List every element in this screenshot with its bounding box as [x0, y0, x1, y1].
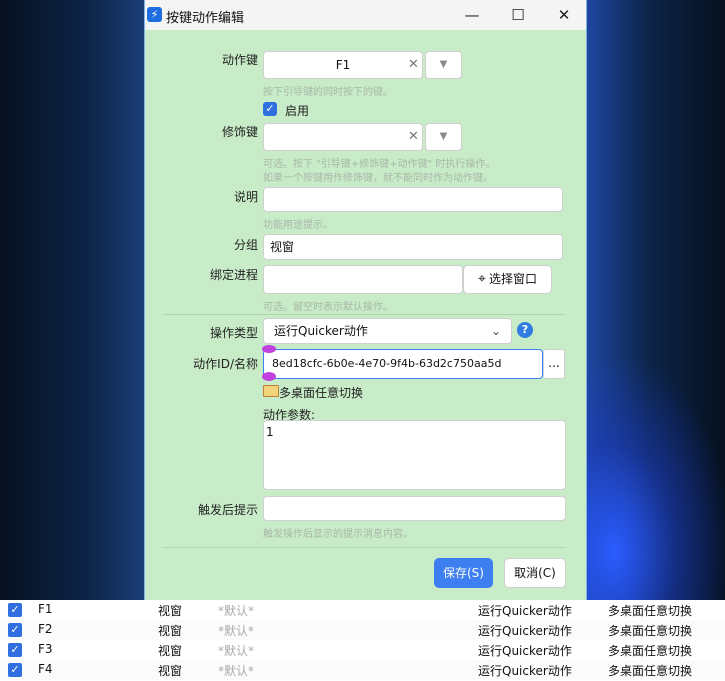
row-checkbox[interactable]: ✓ [8, 603, 22, 617]
modifier-key-hint-1: 可选。按下 "引导键+修饰键+动作键" 时执行操作。 [263, 159, 496, 170]
row-checkbox[interactable]: ✓ [8, 623, 22, 637]
row-type: 运行Quicker动作 [478, 644, 572, 658]
key-action-edit-dialog: ⚡ 按键动作编辑 — ☐ ✕ 动作键 F1 ✕ ▼ 按下引导键的同时按下的键。 … [144, 0, 587, 600]
row-name: 多桌面任意切换 [608, 624, 693, 638]
row-process: *默认* [218, 644, 255, 658]
bind-process-field[interactable] [263, 265, 463, 294]
modifier-key-field[interactable] [263, 123, 423, 151]
row-process: *默认* [218, 604, 255, 618]
monitor-icon [263, 385, 279, 397]
bind-process-label: 绑定进程 [209, 268, 258, 282]
modifier-key-clear-icon[interactable]: ✕ [408, 129, 419, 144]
row-name: 多桌面任意切换 [608, 644, 693, 658]
save-button[interactable]: 保存(S) [434, 558, 493, 588]
row-type: 运行Quicker动作 [478, 604, 572, 618]
row-key: F4 [38, 662, 53, 676]
row-key: F2 [38, 622, 53, 636]
action-id-input[interactable]: 8ed18cfc-6b0e-4e70-9f4b-63d2c750aa5d [263, 349, 543, 379]
description-label: 说明 [233, 190, 258, 204]
close-button[interactable]: ✕ [541, 0, 587, 30]
table-row[interactable]: ✓ F3 视窗 *默认* 运行Quicker动作 多桌面任意切换 [0, 640, 725, 660]
row-key: F3 [38, 642, 53, 656]
action-key-hint: 按下引导键的同时按下的键。 [263, 87, 393, 98]
modifier-key-label: 修饰键 [221, 125, 258, 139]
table-row[interactable]: ✓ F1 视窗 *默认* 运行Quicker动作 多桌面任意切换 [0, 600, 725, 620]
window-title: 按键动作编辑 [166, 11, 245, 26]
crosshair-icon: ⌖ [478, 271, 486, 287]
trigger-tip-hint: 触发操作后显示的提示消息内容。 [263, 529, 413, 540]
select-window-label: 选择窗口 [488, 272, 537, 286]
table-row[interactable]: ✓ F4 视窗 *默认* 运行Quicker动作 多桌面任意切换 [0, 660, 725, 680]
resolved-action-name: 多桌面任意切换 [279, 386, 364, 400]
row-name: 多桌面任意切换 [608, 604, 693, 618]
row-type: 运行Quicker动作 [478, 624, 572, 638]
check-icon: ✓ [265, 102, 275, 115]
title-bar[interactable]: ⚡ 按键动作编辑 — ☐ ✕ [145, 0, 586, 30]
minimize-button[interactable]: — [449, 0, 495, 30]
bind-process-hint: 可选。留空时表示默认操作。 [263, 302, 393, 313]
triangle-down-icon: ▼ [439, 131, 448, 142]
desktop-background-left [0, 0, 145, 600]
modifier-key-hint-2: 如果一个按键用作修饰键，就不能同时作为动作键。 [263, 173, 493, 184]
trigger-tip-label: 触发后提示 [197, 503, 258, 517]
row-checkbox[interactable]: ✓ [8, 663, 22, 677]
description-field[interactable] [263, 187, 563, 212]
row-process: *默认* [218, 664, 255, 678]
table-row[interactable]: ✓ F2 视窗 *默认* 运行Quicker动作 多桌面任意切换 [0, 620, 725, 640]
row-group: 视窗 [158, 604, 183, 618]
text-cursor-handle-bottom[interactable] [262, 372, 276, 381]
action-id-label: 动作ID/名称 [193, 357, 258, 371]
chevron-down-icon: ⌄ [490, 324, 501, 338]
modifier-key-dropdown-button[interactable]: ▼ [425, 123, 462, 151]
row-type: 运行Quicker动作 [478, 664, 572, 678]
op-type-label: 操作类型 [209, 326, 258, 340]
select-window-button[interactable]: ⌖ 选择窗口 [463, 265, 552, 294]
cancel-button[interactable]: 取消(C) [504, 558, 566, 588]
row-group: 视窗 [158, 644, 183, 658]
op-type-select[interactable]: 运行Quicker动作 ⌄ [263, 318, 512, 344]
row-group: 视窗 [158, 664, 183, 678]
action-key-dropdown-button[interactable]: ▼ [425, 51, 462, 79]
browse-action-button[interactable]: ... [543, 349, 565, 379]
action-key-clear-icon[interactable]: ✕ [408, 57, 419, 72]
row-process: *默认* [218, 624, 255, 638]
triangle-down-icon: ▼ [439, 59, 448, 70]
row-group: 视窗 [158, 624, 183, 638]
trigger-tip-field[interactable] [263, 496, 566, 521]
action-params-textarea[interactable]: 1 [263, 420, 566, 490]
text-cursor-handle-top[interactable] [262, 345, 276, 353]
row-name: 多桌面任意切换 [608, 664, 693, 678]
enabled-checkbox[interactable]: ✓ [263, 102, 277, 116]
help-icon[interactable]: ? [517, 322, 533, 338]
enabled-label: 启用 [285, 104, 310, 118]
row-checkbox[interactable]: ✓ [8, 643, 22, 657]
row-key: F1 [38, 602, 53, 616]
action-key-label: 动作键 [221, 53, 258, 67]
description-hint: 功能用途提示。 [263, 220, 333, 231]
quicker-app-icon: ⚡ [147, 7, 162, 22]
group-field[interactable]: 视窗 [263, 234, 563, 260]
op-type-value: 运行Quicker动作 [274, 324, 368, 338]
group-label: 分组 [233, 238, 258, 252]
section-divider [163, 314, 565, 315]
action-key-field[interactable]: F1 [263, 51, 423, 79]
maximize-button[interactable]: ☐ [495, 0, 541, 30]
key-action-list: ✓ F1 视窗 *默认* 运行Quicker动作 多桌面任意切换 ✓ F2 视窗… [0, 600, 725, 681]
footer-divider [163, 547, 565, 548]
